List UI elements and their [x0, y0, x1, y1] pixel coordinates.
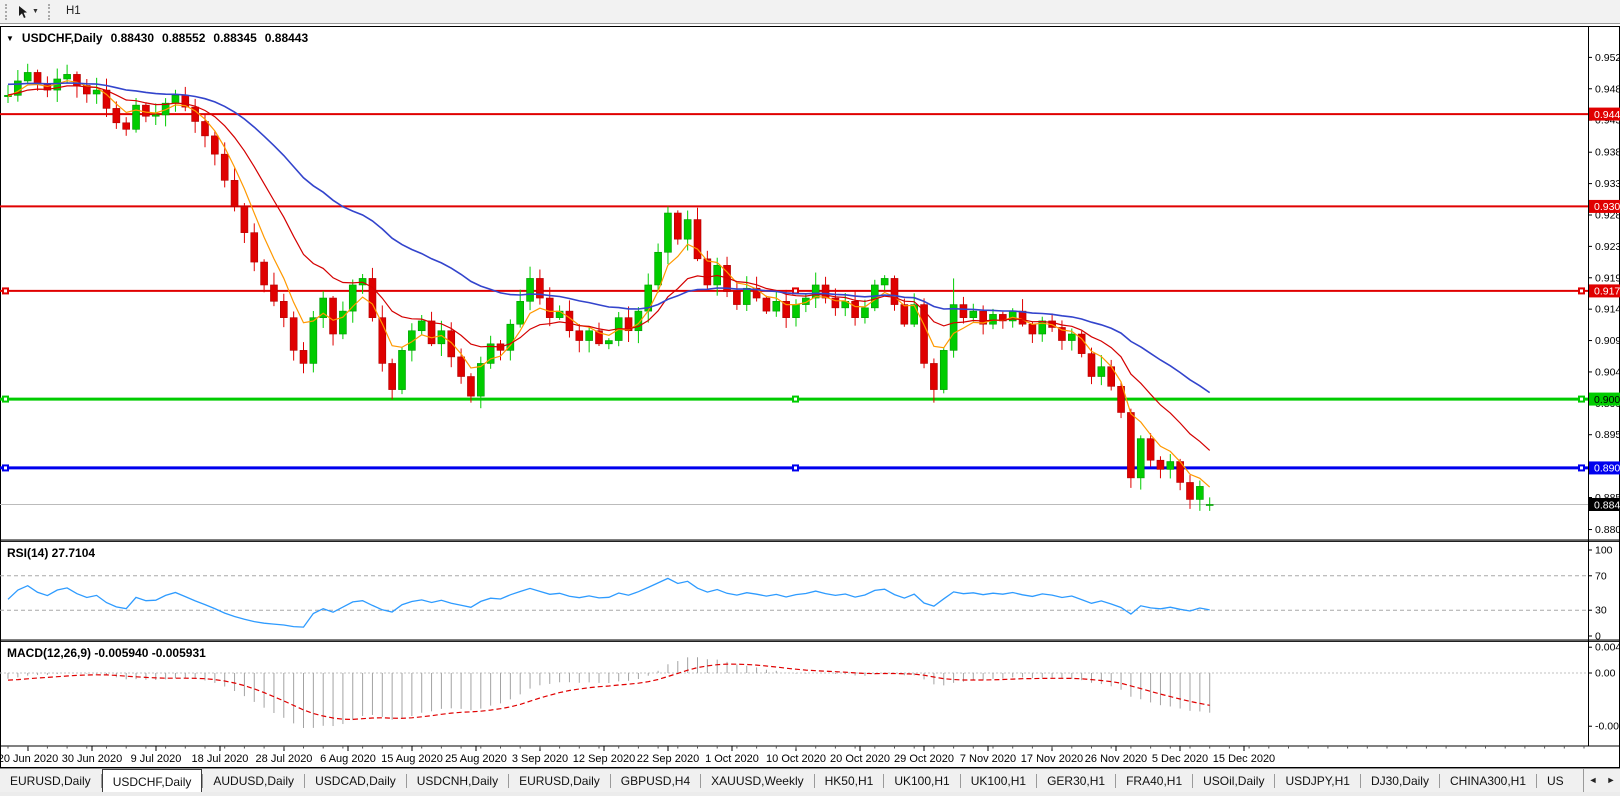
date-axis-label: 22 Sep 2020 [637, 753, 699, 765]
chart-tab-usdjpy-h1[interactable]: USDJPY,H1 [1275, 769, 1359, 793]
tab-scroll-controls: ◄ ► [1583, 769, 1620, 792]
toolbar-grip [5, 4, 7, 20]
chart-tab-usdcad-daily[interactable]: USDCAD,Daily [305, 769, 406, 793]
svg-text:0.93830: 0.93830 [1595, 147, 1620, 159]
chart-tab-fra40-h1[interactable]: FRA40,H1 [1116, 769, 1192, 793]
chart-tab-uk100-h1[interactable]: UK100,H1 [961, 769, 1036, 793]
level-price-badge-0.91709: 0.91709 [1589, 284, 1620, 297]
cursor-tool-dropdown-icon[interactable]: ▼ [32, 8, 39, 15]
svg-text:0.88060: 0.88060 [1595, 524, 1620, 536]
chart-window: 0.952800.948000.943200.938300.933500.928… [0, 24, 1620, 768]
svg-text:0.91910: 0.91910 [1595, 272, 1620, 284]
svg-text:70: 70 [1595, 570, 1607, 582]
date-axis-label: 25 Aug 2020 [445, 753, 507, 765]
date-axis-label: 28 Jul 2020 [256, 753, 313, 765]
quote-close: 0.88443 [265, 31, 308, 45]
svg-text:0.91430: 0.91430 [1595, 304, 1620, 316]
svg-text:0.90055: 0.90055 [1594, 394, 1620, 406]
svg-text:100: 100 [1595, 545, 1613, 557]
top-toolbar: ▼ M1M5M15M30H1H4D1W1MN [0, 0, 1620, 24]
date-axis-label: 30 Jun 2020 [62, 753, 123, 765]
macd-indicator-label: MACD(12,26,9) -0.005940 -0.005931 [7, 646, 206, 660]
svg-text:0.90470: 0.90470 [1595, 366, 1620, 378]
quote-high: 0.88552 [162, 31, 205, 45]
tab-scroll-right-icon[interactable]: ► [1607, 769, 1616, 792]
level-price-badge-0.93001: 0.93001 [1589, 200, 1620, 213]
chart-title-dropdown-icon[interactable]: ▼ [6, 34, 14, 43]
chart-tabs: EURUSD,DailyUSDCHF,DailyAUDUSD,DailyUSDC… [0, 769, 1582, 793]
chart-tab-eurusd-daily[interactable]: EURUSD,Daily [0, 769, 101, 793]
date-axis-label: 17 Nov 2020 [1021, 753, 1083, 765]
chart-tab-uk100-h1[interactable]: UK100,H1 [884, 769, 959, 793]
cursor-tool-button[interactable]: ▼ [12, 2, 43, 22]
quote-low: 0.88345 [213, 31, 256, 45]
svg-text:0.91709: 0.91709 [1594, 286, 1620, 298]
svg-text:0.89510: 0.89510 [1595, 429, 1620, 441]
chart-tab-xauusd-weekly[interactable]: XAUUSD,Weekly [701, 769, 813, 793]
date-axis-label: 3 Sep 2020 [512, 753, 568, 765]
svg-text:0.00: 0.00 [1595, 668, 1616, 680]
date-axis-label: 12 Sep 2020 [573, 753, 635, 765]
svg-text:0.89002: 0.89002 [1594, 463, 1620, 475]
date-axis-label: 10 Oct 2020 [766, 753, 826, 765]
date-axis-label: 5 Dec 2020 [1152, 753, 1208, 765]
chart-tab-gbpusd-h4[interactable]: GBPUSD,H4 [611, 769, 700, 793]
date-axis-label: 15 Dec 2020 [1213, 753, 1275, 765]
level-price-badge-0.94413: 0.94413 [1589, 108, 1620, 121]
date-axis-label: 7 Nov 2020 [960, 753, 1016, 765]
svg-text:0.93001: 0.93001 [1594, 201, 1620, 213]
tab-scroll-left-icon[interactable]: ◄ [1589, 769, 1598, 792]
svg-text:0.94800: 0.94800 [1595, 83, 1620, 95]
svg-text:30: 30 [1595, 605, 1607, 617]
bottom-strip [0, 792, 1620, 796]
chart-tab-usoil-daily[interactable]: USOil,Daily [1193, 769, 1274, 793]
chart-tab-us[interactable]: US [1537, 769, 1574, 793]
chart-tab-eurusd-daily[interactable]: EURUSD,Daily [509, 769, 610, 793]
price-chart-canvas[interactable]: 0.952800.948000.943200.938300.933500.928… [0, 24, 1620, 768]
svg-text:0.90950: 0.90950 [1595, 335, 1620, 347]
date-axis-label: 6 Aug 2020 [320, 753, 376, 765]
date-axis-label: 29 Oct 2020 [894, 753, 954, 765]
date-axis-label: 1 Oct 2020 [705, 753, 759, 765]
chart-tab-dj30-daily[interactable]: DJ30,Daily [1361, 769, 1439, 793]
svg-text:0.88443: 0.88443 [1594, 499, 1620, 511]
date-axis-label: 9 Jul 2020 [131, 753, 182, 765]
svg-text:-0.009348: -0.009348 [1595, 721, 1620, 733]
date-axis-label: 15 Aug 2020 [381, 753, 443, 765]
svg-text:0: 0 [1595, 631, 1601, 643]
crosshair-cursor-icon [16, 5, 30, 19]
chart-title: ▼ USDCHF,Daily 0.88430 0.88552 0.88345 0… [6, 31, 308, 45]
chart-tab-usdcnh-daily[interactable]: USDCNH,Daily [407, 769, 508, 793]
chart-tab-audusd-daily[interactable]: AUDUSD,Daily [203, 769, 304, 793]
date-axis-label: 18 Jul 2020 [192, 753, 249, 765]
toolbar-grip [48, 4, 50, 20]
current-price-badge: 0.88443 [1589, 498, 1620, 511]
chart-tab-china300-h1[interactable]: CHINA300,H1 [1440, 769, 1536, 793]
svg-text:0.94413: 0.94413 [1594, 109, 1620, 121]
svg-text:0.93350: 0.93350 [1595, 178, 1620, 190]
date-axis-label: 20 Oct 2020 [830, 753, 890, 765]
level-price-badge-0.90055: 0.90055 [1589, 393, 1620, 406]
svg-text:0.004527: 0.004527 [1595, 642, 1620, 654]
quote-open: 0.88430 [111, 31, 154, 45]
chart-symbol: USDCHF,Daily [22, 31, 103, 45]
svg-text:0.95280: 0.95280 [1595, 52, 1620, 64]
date-axis-label: 26 Nov 2020 [1085, 753, 1147, 765]
chart-tab-bar: EURUSD,DailyUSDCHF,DailyAUDUSD,DailyUSDC… [0, 768, 1620, 793]
chart-tab-hk50-h1[interactable]: HK50,H1 [815, 769, 884, 793]
timeframe-button-h1[interactable]: H1 [56, 1, 98, 22]
rsi-indicator-label: RSI(14) 27.7104 [7, 546, 95, 560]
level-price-badge-0.89002: 0.89002 [1589, 461, 1620, 474]
svg-text:0.92390: 0.92390 [1595, 241, 1620, 253]
chart-tab-ger30-h1[interactable]: GER30,H1 [1037, 769, 1115, 793]
date-axis-label: 20 Jun 2020 [0, 753, 58, 765]
chart-tab-usdchf-daily[interactable]: USDCHF,Daily [102, 769, 203, 793]
